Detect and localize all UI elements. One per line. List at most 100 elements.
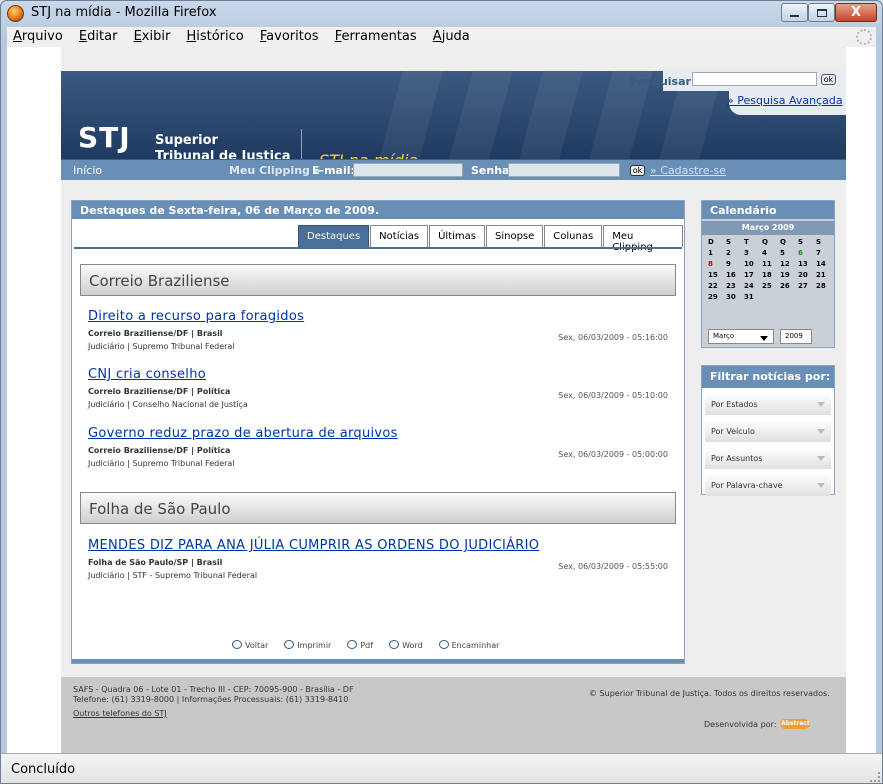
news-date: Sex, 06/03/2009 - 05:10:00 <box>558 391 668 400</box>
tab-destaques[interactable]: Destaques <box>298 225 370 247</box>
filter-by-subject[interactable]: Por Assuntos <box>705 447 831 469</box>
calendar-day[interactable]: 22 <box>708 282 726 291</box>
menu-favoritos[interactable]: Favoritos <box>254 27 325 44</box>
calendar-day[interactable]: 3 <box>744 249 762 258</box>
logo-tagline: STJ na mídia <box>319 151 418 159</box>
month-select[interactable]: Março <box>708 329 774 344</box>
tab-sinopse[interactable]: Sinopse <box>485 225 544 247</box>
calendar-day[interactable]: 4 <box>762 249 780 258</box>
calendar-day <box>762 293 780 302</box>
calendar-day[interactable]: 31 <box>744 293 762 302</box>
back-button[interactable]: Voltar <box>232 640 268 650</box>
other-phones-link[interactable]: Outros telefones do STJ <box>73 709 167 718</box>
calendar-day[interactable]: 23 <box>726 282 744 291</box>
nav-home-link[interactable]: Início <box>73 164 102 177</box>
status-text: Concluído <box>11 762 76 777</box>
calendar-day[interactable]: 29 <box>708 293 726 302</box>
page-viewport: STJ Superior Tribunal de Justiça STJ na … <box>7 47 876 753</box>
calendar-day[interactable]: 13 <box>798 260 816 269</box>
weekday-label: Q <box>780 238 786 246</box>
maximize-button[interactable] <box>808 3 835 22</box>
calendar-day[interactable]: 8 <box>708 260 726 269</box>
news-date: Sex, 06/03/2009 - 05:16:00 <box>558 333 668 342</box>
calendar-day[interactable]: 17 <box>744 271 762 280</box>
calendar-day[interactable]: 11 <box>762 260 780 269</box>
search-input[interactable] <box>692 72 817 86</box>
weekday-label: S <box>816 238 822 246</box>
register-link[interactable]: » Cadastre-se <box>650 164 726 177</box>
print-button[interactable]: Imprimir <box>284 640 331 650</box>
logo-stj[interactable]: STJ <box>78 121 131 154</box>
calendar-day[interactable]: 25 <box>762 282 780 291</box>
calendar-day[interactable]: 30 <box>726 293 744 302</box>
menu-ajuda[interactable]: Ajuda <box>427 27 476 44</box>
pdf-icon <box>347 640 358 649</box>
tab-bar: Destaques Notícias Últimas Sinopse Colun… <box>298 225 684 253</box>
close-button[interactable]: X <box>835 3 877 22</box>
calendar-day[interactable]: 14 <box>816 260 834 269</box>
window-title: STJ na mídia - Mozilla Firefox <box>31 5 217 20</box>
filter-panel: Filtrar notícias por: Por Estados Por Ve… <box>701 365 835 496</box>
calendar-day[interactable]: 6 <box>798 249 816 258</box>
word-icon <box>389 640 400 649</box>
tab-noticias[interactable]: Notícias <box>370 225 429 247</box>
minimize-icon <box>790 14 799 17</box>
news-date: Sex, 06/03/2009 - 05:00:00 <box>558 450 668 459</box>
tab-ultimas[interactable]: Últimas <box>429 225 485 247</box>
login-button[interactable]: ok <box>630 165 645 176</box>
news-title-link[interactable]: Governo reduz prazo de abertura de arqui… <box>88 426 678 441</box>
filter-by-vehicle[interactable]: Por Veículo <box>705 420 831 442</box>
menu-historico[interactable]: Histórico <box>180 27 249 44</box>
nav-bar: Início Meu Clipping » E-mail: Senha: ok … <box>61 159 846 180</box>
menu-bar: Arquivo Editar Exibir Histórico Favorito… <box>7 27 876 47</box>
calendar-day[interactable]: 26 <box>780 282 798 291</box>
resize-grip-icon[interactable] <box>870 772 880 782</box>
filter-by-state[interactable]: Por Estados <box>705 393 831 415</box>
search-button[interactable]: ok <box>821 74 836 85</box>
calendar-day[interactable]: 1 <box>708 249 726 258</box>
minimize-button[interactable] <box>781 3 808 22</box>
calendar-day[interactable]: 18 <box>762 271 780 280</box>
menu-arquivo[interactable]: Arquivo <box>7 27 69 44</box>
calendar-panel: Calendário Março 2009 D S T Q Q S S 1 2 3 4 5 6 7 8 9 10… <box>701 200 835 348</box>
calendar-day[interactable]: 27 <box>798 282 816 291</box>
calendar-day[interactable]: 16 <box>726 271 744 280</box>
menu-editar[interactable]: Editar <box>73 27 124 44</box>
news-title-link[interactable]: CNJ cria conselho <box>88 367 678 382</box>
calendar-day[interactable]: 15 <box>708 271 726 280</box>
filter-by-keyword[interactable]: Por Palavra-chave <box>705 474 831 496</box>
weekday-label: S <box>726 238 732 246</box>
advanced-search-link[interactable]: » Pesquisa Avançada <box>727 94 843 107</box>
menu-ferramentas[interactable]: Ferramentas <box>329 27 423 44</box>
password-field[interactable] <box>508 163 620 177</box>
word-button[interactable]: Word <box>389 640 423 650</box>
developer-logo[interactable]: Abstract <box>780 719 811 729</box>
calendar-day[interactable]: 12 <box>780 260 798 269</box>
calendar-day[interactable]: 21 <box>816 271 834 280</box>
throbber-icon <box>856 29 872 45</box>
calendar-day[interactable]: 20 <box>798 271 816 280</box>
calendar-day[interactable]: 5 <box>780 249 798 258</box>
tab-colunas[interactable]: Colunas <box>544 225 603 247</box>
pdf-button[interactable]: Pdf <box>347 640 373 650</box>
source-header: Folha de São Paulo <box>80 492 676 524</box>
menu-exibir[interactable]: Exibir <box>128 27 177 44</box>
weekday-label: T <box>744 238 749 246</box>
year-input[interactable]: 2009 <box>780 329 812 344</box>
news-item: Direito a recurso para foragidos Correio… <box>88 309 678 351</box>
calendar-day[interactable]: 28 <box>816 282 834 291</box>
tab-meu-clipping[interactable]: Meu Clipping <box>603 225 683 253</box>
email-field[interactable] <box>353 163 463 177</box>
calendar-day[interactable]: 10 <box>744 260 762 269</box>
calendar-day[interactable]: 19 <box>780 271 798 280</box>
title-bar[interactable]: STJ na mídia - Mozilla Firefox X <box>1 1 882 27</box>
news-category: Judiciário | Supremo Tribunal Federal <box>88 459 235 468</box>
calendar-day[interactable]: 24 <box>744 282 762 291</box>
news-title-link[interactable]: Direito a recurso para foragidos <box>88 309 678 324</box>
footer-copyright: © Superior Tribunal de Justiça. Todos os… <box>589 689 830 698</box>
forward-button[interactable]: Encaminhar <box>438 640 499 650</box>
calendar-day[interactable]: 9 <box>726 260 744 269</box>
calendar-day[interactable]: 7 <box>816 249 834 258</box>
news-title-link[interactable]: MENDES DIZ PARA ANA JÚLIA CUMPRIR AS ORD… <box>88 538 678 553</box>
calendar-day[interactable]: 2 <box>726 249 744 258</box>
